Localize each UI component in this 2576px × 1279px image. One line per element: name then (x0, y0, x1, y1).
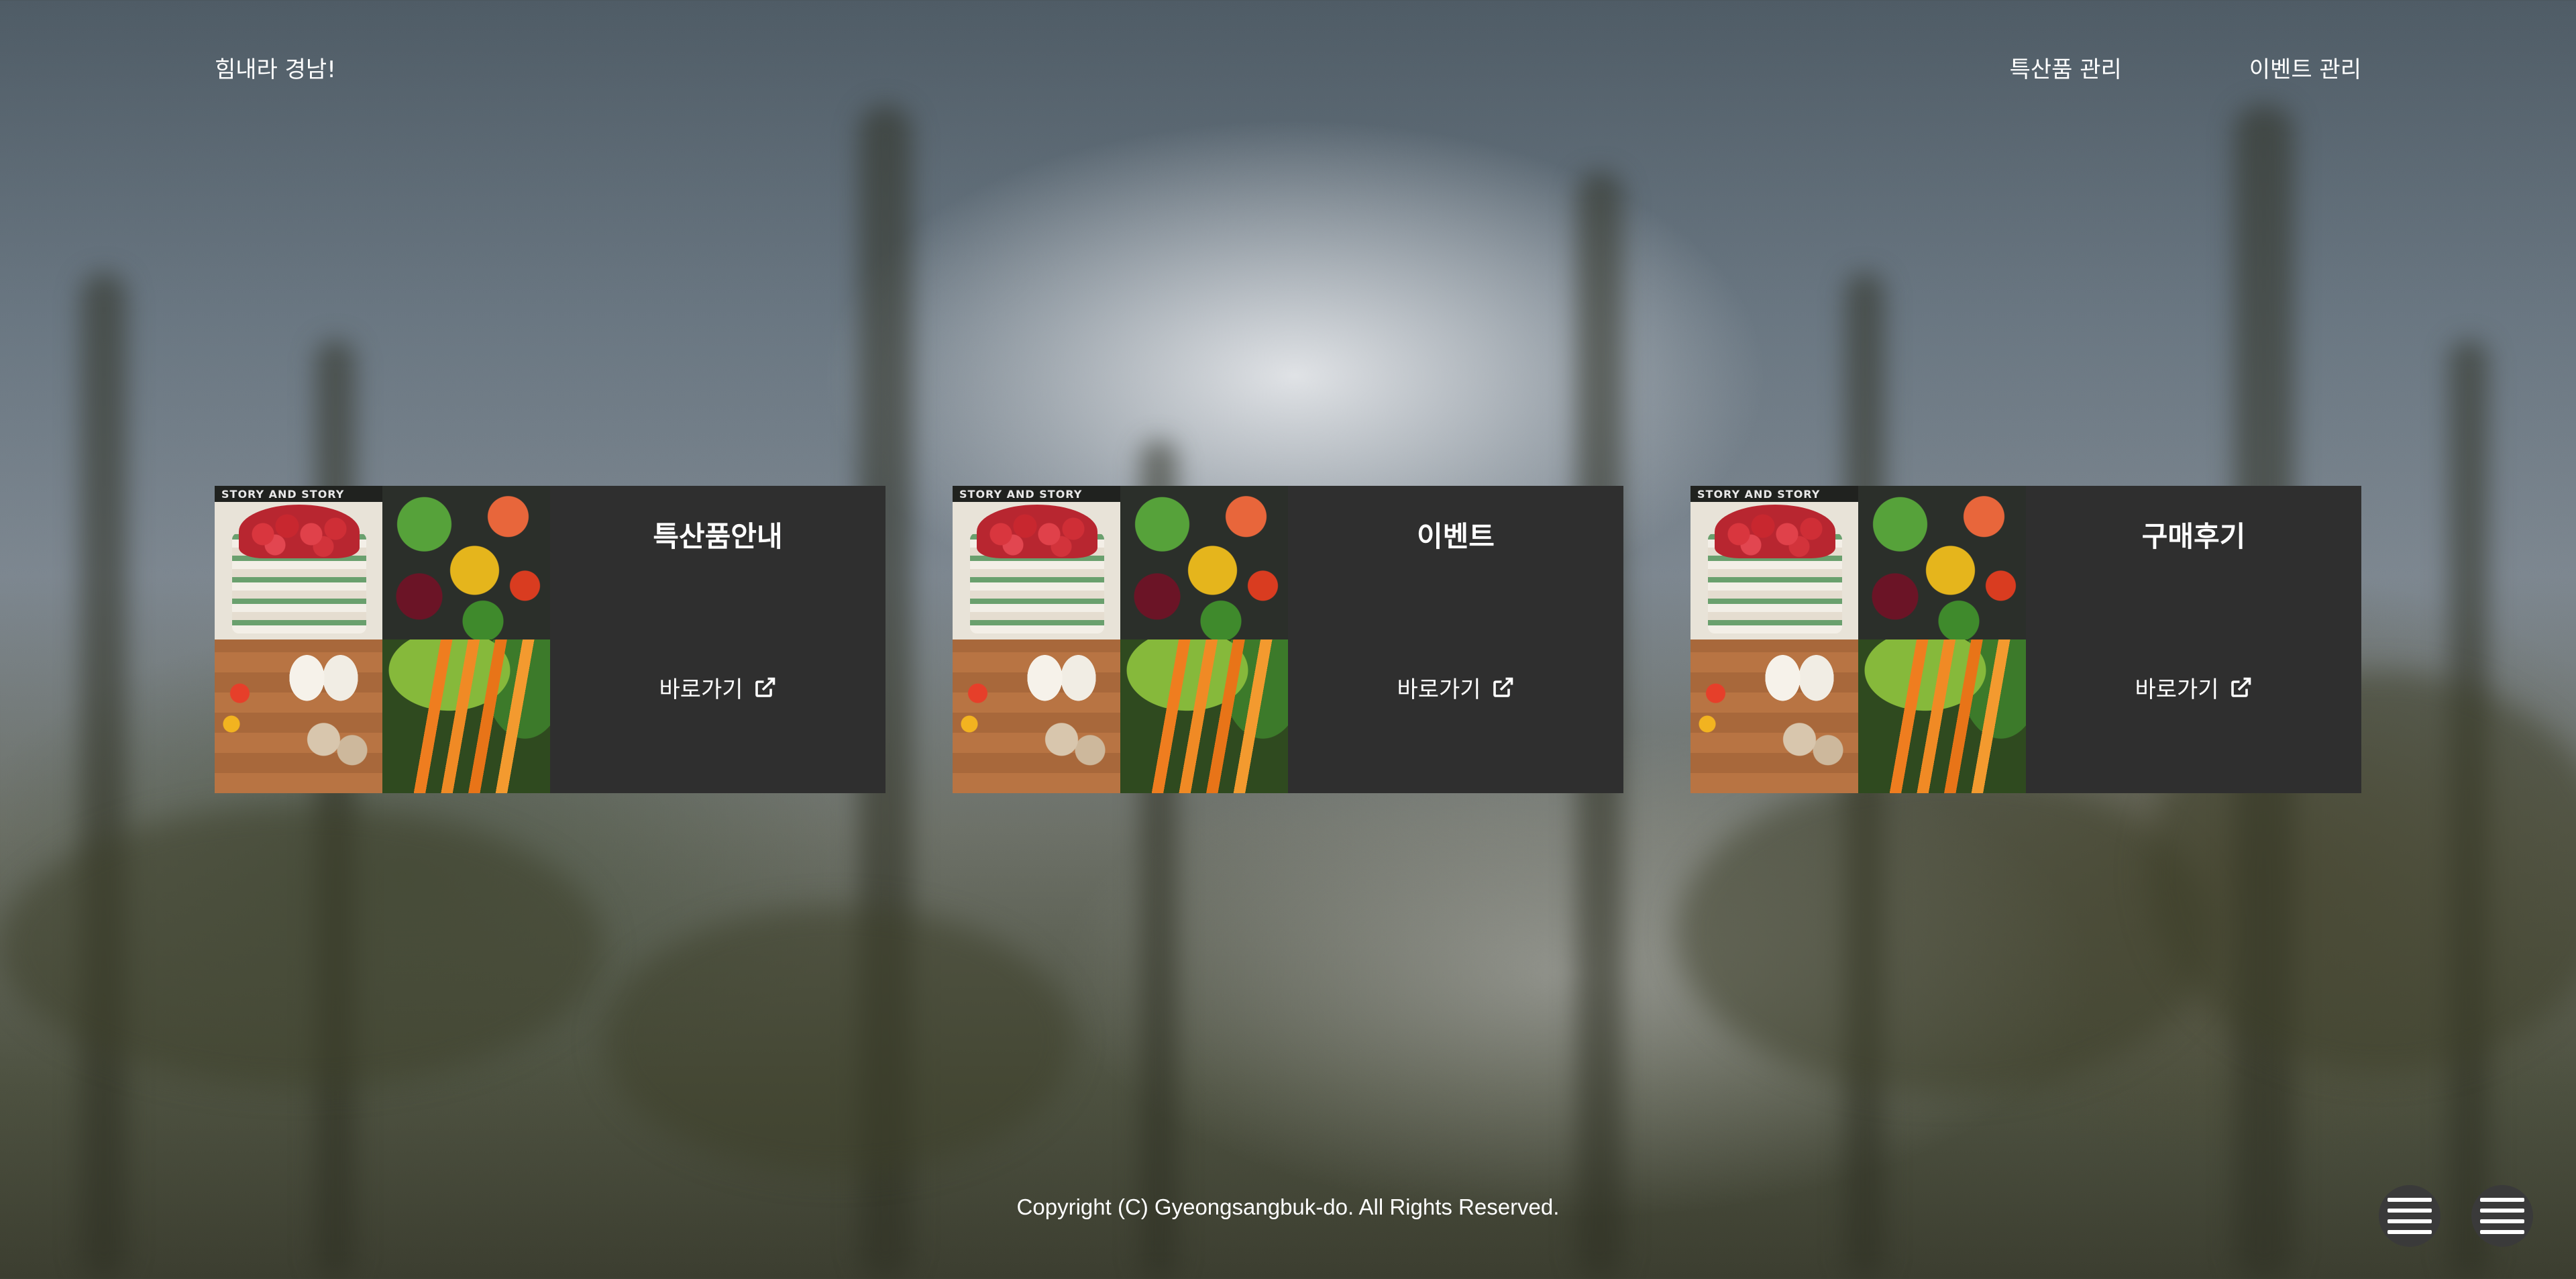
card-products: STORY AND STORY 특산품안내 바로가기 (215, 486, 885, 793)
card-info: 구매후기 바로가기 (2026, 486, 2361, 793)
go-button-label: 바로가기 (1397, 676, 1481, 703)
nav-links: 특산품 관리 이벤트 관리 (2010, 51, 2361, 84)
go-button-label: 바로가기 (2135, 676, 2219, 703)
menu-button-2[interactable] (2471, 1185, 2533, 1247)
card-list: STORY AND STORY 특산품안내 바로가기 STORY AND STO… (215, 486, 2361, 793)
card-title: 이벤트 (1417, 520, 1495, 553)
card-events: STORY AND STORY 이벤트 바로가기 (953, 486, 1623, 793)
hamburger-menu-icon (2480, 1198, 2524, 1234)
hamburger-menu-icon (2387, 1198, 2432, 1234)
external-link-icon (1493, 677, 1513, 697)
go-button[interactable]: 바로가기 (2026, 671, 2361, 704)
card-reviews: STORY AND STORY 구매후기 바로가기 (1690, 486, 2361, 793)
produce-image: STORY AND STORY (953, 486, 1288, 793)
go-button-label: 바로가기 (659, 676, 743, 703)
card-title: 구매후기 (2141, 520, 2246, 553)
card-info: 이벤트 바로가기 (1288, 486, 1623, 793)
top-nav: 힘내라 경남! 특산품 관리 이벤트 관리 (215, 48, 2361, 86)
footer-copyright: Copyright (C) Gyeongsangbuk-do. All Righ… (1016, 1194, 1560, 1219)
go-button[interactable]: 바로가기 (1288, 671, 1623, 704)
nav-link-event-management[interactable]: 이벤트 관리 (2249, 51, 2361, 84)
nav-link-product-management[interactable]: 특산품 관리 (2010, 51, 2122, 84)
produce-image: STORY AND STORY (215, 486, 550, 793)
brand-logo[interactable]: 힘내라 경남! (215, 51, 336, 84)
produce-image: STORY AND STORY (1690, 486, 2026, 793)
menu-button-1[interactable] (2379, 1185, 2440, 1247)
go-button[interactable]: 바로가기 (550, 671, 885, 704)
external-link-icon (755, 677, 775, 697)
card-title: 특산품안내 (653, 520, 783, 553)
external-link-icon (2231, 677, 2251, 697)
card-info: 특산품안내 바로가기 (550, 486, 885, 793)
